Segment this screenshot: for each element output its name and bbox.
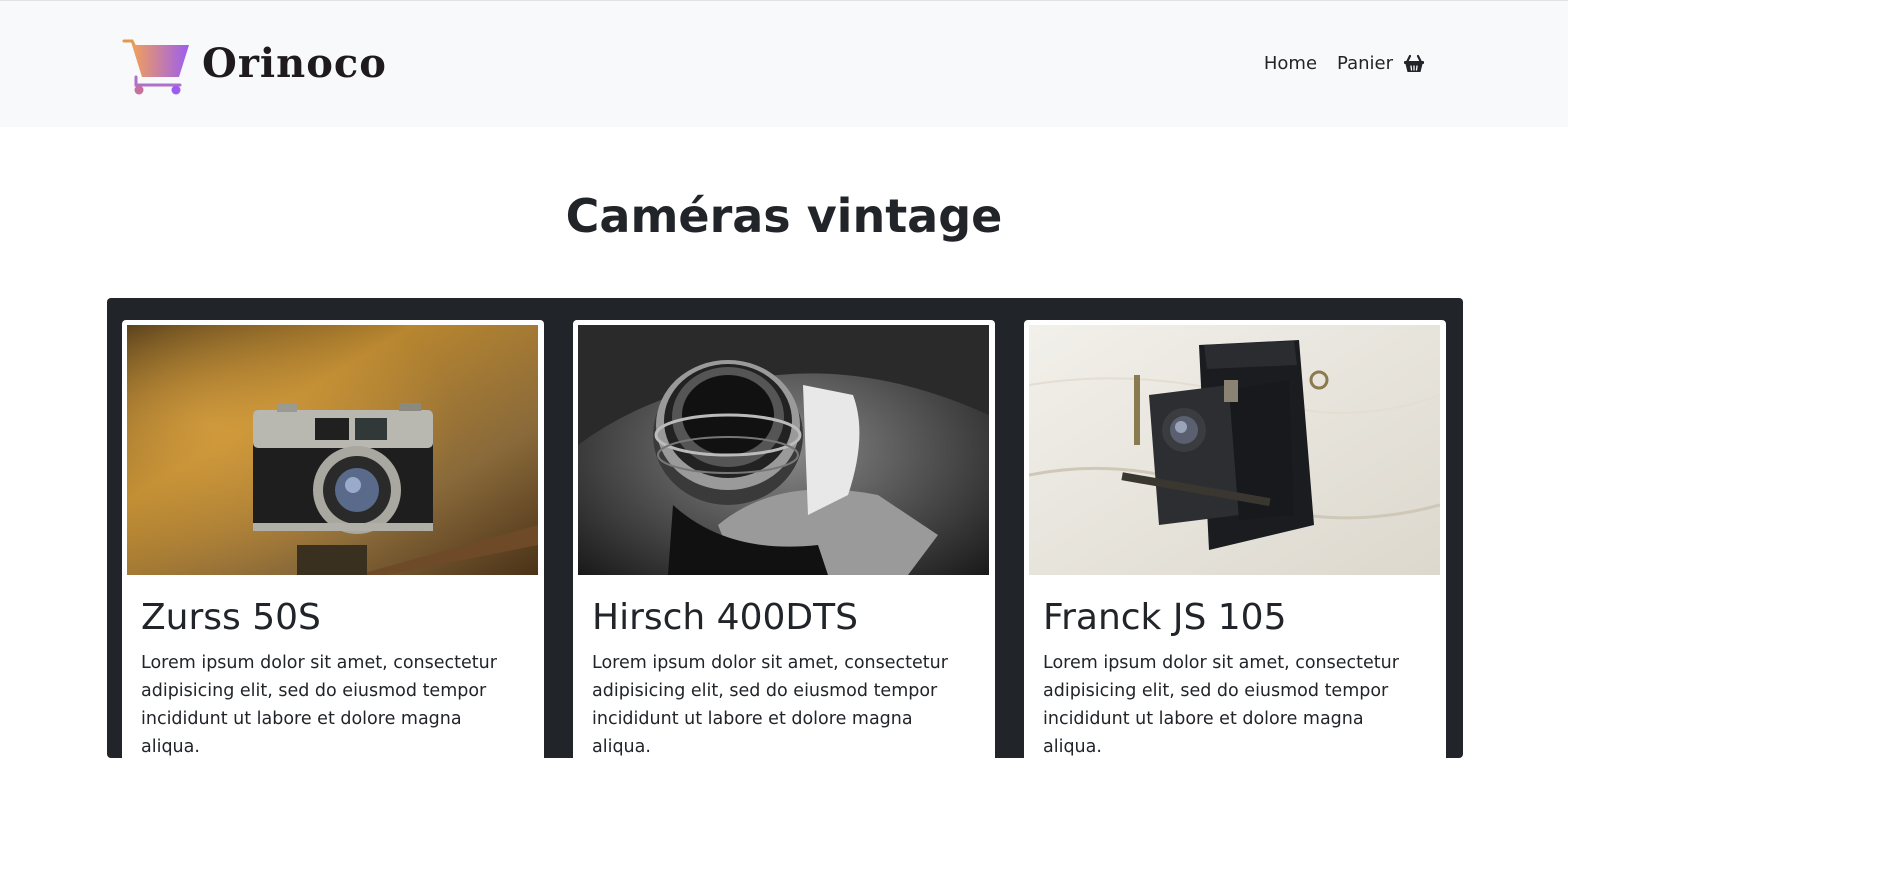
product-card[interactable]: Hirsch 400DTS Lorem ipsum dolor sit amet… <box>573 320 995 780</box>
nav-home-link[interactable]: Home <box>1264 53 1317 74</box>
product-image <box>1029 325 1440 575</box>
brand-name: Orinoco <box>202 40 387 87</box>
brand-link[interactable]: Orinoco <box>122 37 387 97</box>
product-name: Franck JS 105 <box>1043 597 1287 638</box>
product-description: Lorem ipsum dolor sit amet, consectetur … <box>592 653 948 757</box>
product-card[interactable]: Franck JS 105 Lorem ipsum dolor sit amet… <box>1024 320 1446 780</box>
main-nav: Home Panier <box>1264 53 1425 74</box>
product-list: Zurss 50S Lorem ipsum dolor sit amet, co… <box>107 298 1463 780</box>
nav-cart-link[interactable]: Panier <box>1337 53 1425 74</box>
navbar: Orinoco Home Panier <box>0 0 1568 127</box>
product-name: Zurss 50S <box>141 597 321 638</box>
product-card[interactable]: Zurss 50S Lorem ipsum dolor sit amet, co… <box>122 320 544 780</box>
product-image <box>578 325 989 575</box>
product-image <box>127 325 538 575</box>
product-name: Hirsch 400DTS <box>592 597 858 638</box>
page-title: Caméras vintage <box>565 189 1003 243</box>
product-description: Lorem ipsum dolor sit amet, consectetur … <box>141 653 497 757</box>
product-description: Lorem ipsum dolor sit amet, consectetur … <box>1043 653 1399 757</box>
basket-icon <box>1404 54 1424 72</box>
nav-cart-label: Panier <box>1337 53 1393 74</box>
shopping-cart-logo-icon <box>122 39 189 95</box>
